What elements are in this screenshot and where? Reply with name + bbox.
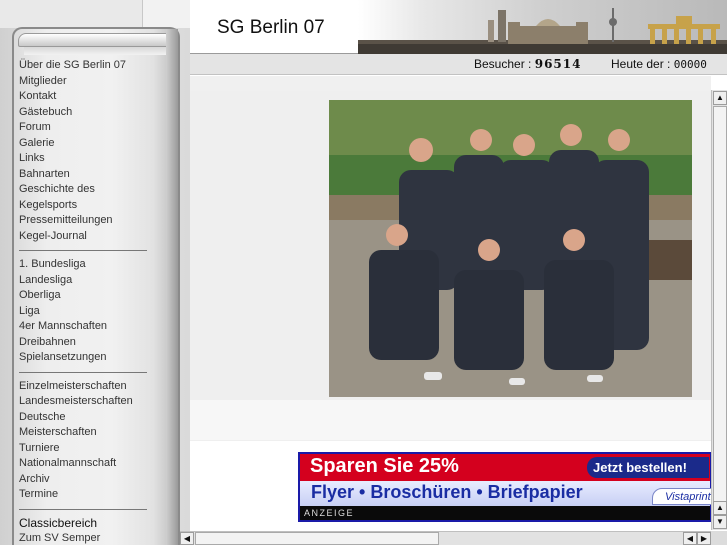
nav-item-lane-types[interactable]: Bahnarten [19, 167, 149, 183]
scrollbar-corner [711, 531, 727, 545]
menu-divider [19, 250, 147, 251]
visitor-counter-value: 96514 [534, 57, 582, 71]
scroll-down-icon[interactable]: ▼ [713, 515, 727, 529]
scroll-right-icon[interactable]: ▶ [697, 532, 711, 545]
ad-label: ANZEIGE [300, 506, 710, 520]
ad-top-section: Sparen Sie 25% Jetzt bestellen! [300, 454, 710, 481]
photo-card [190, 91, 711, 441]
scroll-up-icon-secondary[interactable]: ▲ [713, 501, 727, 515]
nav-item-dreibahnen[interactable]: Dreibahnen [19, 335, 149, 351]
menu-panel-cap-shadow [24, 47, 166, 55]
main-navigation: Über die SG Berlin 07 Mitglieder Kontakt… [19, 58, 149, 545]
nav-item-links[interactable]: Links [19, 151, 149, 167]
nav-item-history-line2[interactable]: Kegelsports [19, 198, 149, 214]
nav-item-german-line2[interactable]: Meisterschaften [19, 425, 149, 441]
nav-item-tournaments[interactable]: Turniere [19, 441, 149, 457]
vertical-scroll-thumb[interactable] [713, 106, 727, 506]
today-counter: Heute der : 00000 [611, 57, 707, 71]
sidebar-top-block [0, 0, 142, 28]
nav-item-history-line1[interactable]: Geschichte des [19, 182, 149, 198]
content-lower-panel [190, 400, 711, 440]
scroll-up-icon[interactable]: ▲ [713, 91, 727, 105]
visitor-counter: Besucher : 96514 [474, 57, 581, 71]
nav-item-landesliga[interactable]: Landesliga [19, 273, 149, 289]
nav-item-press[interactable]: Pressemitteilungen [19, 213, 149, 229]
team-photo-image [329, 100, 692, 397]
nav-item-state-championships[interactable]: Landesmeisterschaften [19, 394, 149, 410]
sidebar-top-block-right [142, 0, 190, 28]
today-counter-label: Heute der : [611, 57, 671, 71]
menu-divider [19, 371, 147, 373]
nav-item-about[interactable]: Über die SG Berlin 07 [19, 58, 149, 74]
ad-headline: Sparen Sie 25% [310, 455, 459, 477]
content-top-strip [190, 76, 711, 91]
nav-item-4er-teams[interactable]: 4er Mannschaften [19, 319, 149, 335]
nav-item-individual-championships[interactable]: Einzelmeisterschaften [19, 379, 149, 395]
menu-panel-edge [166, 29, 178, 545]
nav-item-oberliga[interactable]: Oberliga [19, 288, 149, 304]
scroll-left-icon[interactable]: ◀ [180, 532, 194, 545]
nav-item-fixtures[interactable]: Spielansetzungen [19, 350, 149, 366]
menu-panel-cap [18, 33, 173, 47]
vertical-scrollbar[interactable]: ▲ ▲ ▼ [711, 90, 727, 530]
nav-item-guestbook[interactable]: Gästebuch [19, 105, 149, 121]
nav-item-archive[interactable]: Archiv [19, 472, 149, 488]
nav-item-dates[interactable]: Termine [19, 487, 149, 503]
today-counter-value: 00000 [673, 58, 707, 71]
advertisement-banner[interactable]: Sparen Sie 25% Jetzt bestellen! Flyer • … [298, 452, 711, 522]
site-title: SG Berlin 07 [217, 17, 325, 38]
team-photo [329, 100, 692, 397]
horizontal-scroll-thumb[interactable] [195, 532, 439, 545]
visitor-info-bar: Besucher : 96514 Heute der : 00000 [190, 54, 727, 75]
site-header: SG Berlin 07 [190, 0, 727, 54]
nav-item-journal[interactable]: Kegel-Journal [19, 229, 149, 245]
berlin-skyline-banner [358, 0, 727, 54]
main-content: Sparen Sie 25% Jetzt bestellen! Flyer • … [190, 76, 711, 531]
nav-item-contact[interactable]: Kontakt [19, 89, 149, 105]
menu-divider [19, 508, 147, 510]
ad-brand-logo: Vistaprint [652, 488, 711, 505]
horizontal-scrollbar[interactable]: ◀ ◀ ▶ [180, 531, 711, 545]
nav-item-german-line1[interactable]: Deutsche [19, 410, 149, 426]
ad-products-text: Flyer • Broschüren • Briefpapier [311, 482, 583, 502]
nav-item-sv-semper[interactable]: Zum SV Semper [19, 531, 149, 545]
nav-item-gallery[interactable]: Galerie [19, 136, 149, 152]
visitor-counter-label: Besucher : [474, 57, 532, 71]
nav-item-national-team[interactable]: Nationalmannschaft [19, 456, 149, 472]
nav-item-members[interactable]: Mitglieder [19, 74, 149, 90]
ad-bottom-section: Flyer • Broschüren • Briefpapier Vistapr… [300, 481, 711, 506]
nav-item-forum[interactable]: Forum [19, 120, 149, 136]
nav-item-classic-area[interactable]: Classicbereich [19, 516, 149, 532]
nav-item-liga[interactable]: Liga [19, 304, 149, 320]
ad-order-button[interactable]: Jetzt bestellen! [587, 457, 709, 478]
nav-item-bundesliga[interactable]: 1. Bundesliga [19, 257, 149, 273]
scroll-left-icon-secondary[interactable]: ◀ [683, 532, 697, 545]
skyline-image [358, 8, 727, 54]
